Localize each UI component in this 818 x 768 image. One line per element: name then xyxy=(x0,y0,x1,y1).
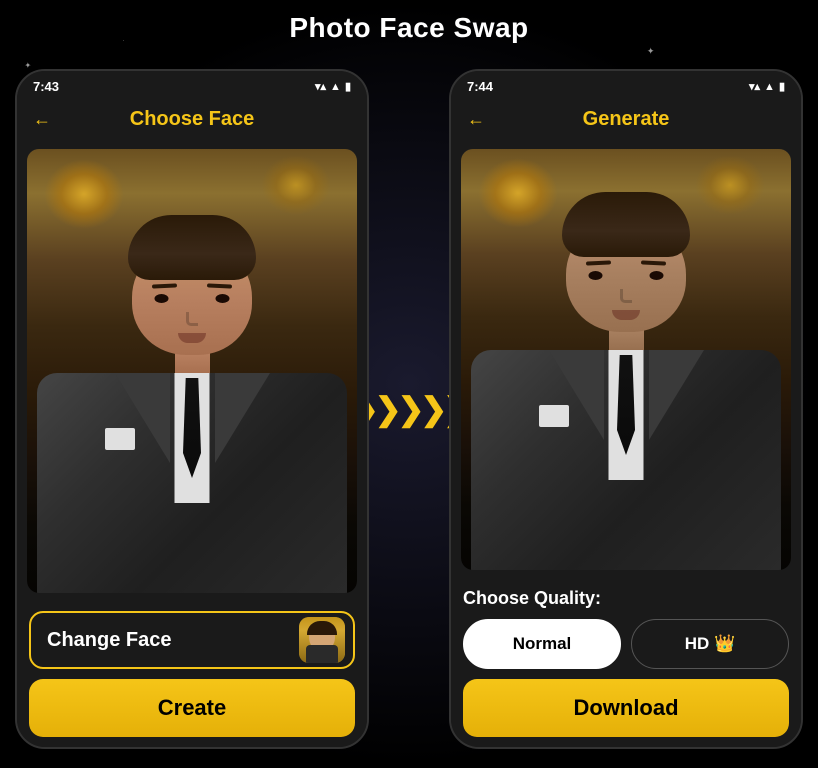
back-button-right[interactable]: ← xyxy=(467,109,485,130)
arrows-container: ❯❯❯❯❯ xyxy=(369,390,449,428)
lamp-right xyxy=(261,155,331,215)
eye-left-r xyxy=(216,294,230,303)
phone-left-header: ← Choose Face xyxy=(17,98,367,141)
hair-right xyxy=(562,192,690,257)
thumb-body xyxy=(306,645,338,663)
lapel-left-r xyxy=(215,373,270,463)
eyebrows-left xyxy=(152,284,232,288)
eye-right-l xyxy=(589,271,603,280)
generate-title: Generate xyxy=(583,108,670,131)
quality-hd-button[interactable]: HD 👑 xyxy=(631,619,789,669)
suit-right xyxy=(471,350,781,570)
hair-left xyxy=(128,215,256,280)
quality-normal-label: Normal xyxy=(513,634,572,654)
quality-options: Normal HD 👑 xyxy=(463,619,789,669)
eye-left-l xyxy=(155,294,169,303)
nose-right xyxy=(620,289,632,303)
eyebrow-left-l xyxy=(152,283,177,288)
phone-right-bottom: Choose Quality: Normal HD 👑 Download xyxy=(451,578,801,747)
battery-icon: ▮ xyxy=(345,80,351,93)
face-thumbnail xyxy=(299,617,345,663)
eye-right-r xyxy=(650,271,664,280)
head-wrap-right xyxy=(566,192,686,332)
change-face-button[interactable]: Change Face xyxy=(29,611,355,669)
head-wrap-left xyxy=(132,215,252,355)
wifi-icon: ▲ xyxy=(330,81,341,93)
signal-icon: ▾▴ xyxy=(315,80,326,93)
right-photo-bg xyxy=(461,149,791,570)
create-button[interactable]: Create xyxy=(29,679,355,737)
signal-icon-r: ▾▴ xyxy=(749,80,760,93)
nose-left xyxy=(186,312,198,326)
star-13: ✦ xyxy=(647,46,655,57)
eyebrow-right-r xyxy=(641,260,666,265)
left-photo-bg xyxy=(27,149,357,593)
mouth-left xyxy=(178,333,206,343)
status-icons-right: ▾▴ ▲ ▮ xyxy=(749,80,785,93)
nose-area-left xyxy=(182,312,202,330)
status-bar-left: 7:43 ▾▴ ▲ ▮ xyxy=(17,71,367,98)
eyes-row-right xyxy=(589,271,664,280)
back-button-left[interactable]: ← xyxy=(33,109,51,130)
eyebrows-right xyxy=(586,261,666,265)
time-left: 7:43 xyxy=(33,79,59,94)
quality-hd-label: HD 👑 xyxy=(685,634,735,654)
status-bar-right: 7:44 ▾▴ ▲ ▮ xyxy=(451,71,801,98)
download-label: Download xyxy=(573,695,678,721)
eyebrow-left-r xyxy=(207,283,232,288)
eyes-row-left xyxy=(155,294,230,303)
status-icons-left: ▾▴ ▲ ▮ xyxy=(315,80,351,93)
phone-left: 7:43 ▾▴ ▲ ▮ ← Choose Face xyxy=(15,69,369,749)
person-figure-right xyxy=(461,192,791,570)
time-right: 7:44 xyxy=(467,79,493,94)
create-label: Create xyxy=(158,695,226,721)
wifi-icon-r: ▲ xyxy=(764,81,775,93)
right-photo-area xyxy=(461,149,791,570)
change-face-label: Change Face xyxy=(47,629,171,652)
quality-normal-button[interactable]: Normal xyxy=(463,619,621,669)
phones-container: 7:43 ▾▴ ▲ ▮ ← Choose Face xyxy=(15,60,803,758)
page-title: Photo Face Swap xyxy=(0,12,818,44)
phone-left-bottom: Change Face Create xyxy=(17,601,367,747)
choose-face-title: Choose Face xyxy=(130,108,254,131)
lapel-right-r xyxy=(649,350,704,440)
battery-icon-r: ▮ xyxy=(779,80,785,93)
suit-left xyxy=(37,373,347,593)
phone-right-header: ← Generate xyxy=(451,98,801,141)
eyebrow-right-l xyxy=(586,260,611,265)
neck-right xyxy=(609,330,644,350)
phone-right: 7:44 ▾▴ ▲ ▮ ← Generate xyxy=(449,69,803,749)
pocket-square-left xyxy=(105,428,135,450)
download-button[interactable]: Download xyxy=(463,679,789,737)
quality-label: Choose Quality: xyxy=(463,588,789,609)
thumb-hair xyxy=(307,621,337,635)
nose-area-right xyxy=(616,289,636,307)
mouth-right xyxy=(612,310,640,320)
person-figure-left xyxy=(27,215,357,593)
face-thumb-inner xyxy=(299,617,345,663)
left-photo-area xyxy=(27,149,357,593)
neck-left xyxy=(175,353,210,373)
pocket-square-right xyxy=(539,405,569,427)
